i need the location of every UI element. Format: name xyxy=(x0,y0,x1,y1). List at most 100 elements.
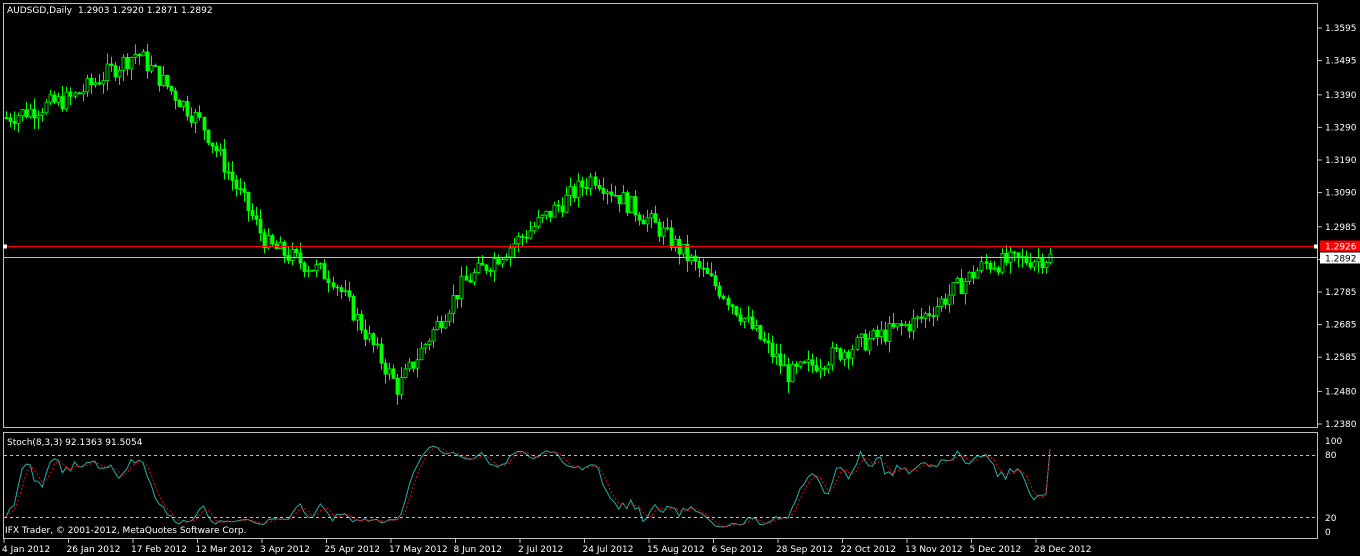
candle-body xyxy=(258,218,263,234)
candle-body xyxy=(830,347,835,366)
candle-body xyxy=(322,263,327,280)
candle-body xyxy=(234,179,239,190)
date-tick-label: 6 Sep 2012 xyxy=(712,545,763,555)
candle-body xyxy=(790,363,795,383)
candle-body xyxy=(967,271,972,282)
candle-body xyxy=(435,320,440,331)
candle-body xyxy=(476,262,481,274)
candle-body xyxy=(351,296,356,321)
date-tick-label: 15 Aug 2012 xyxy=(647,545,705,555)
candle-body xyxy=(564,194,569,213)
candle-body xyxy=(633,196,638,216)
candle-body xyxy=(919,316,924,319)
stoch-pane[interactable] xyxy=(3,432,1318,539)
candle-body xyxy=(40,112,45,116)
candle-body xyxy=(419,347,424,361)
candle-body xyxy=(927,313,932,317)
candle-body xyxy=(855,337,860,350)
candle-body xyxy=(331,282,336,288)
candle-body xyxy=(524,236,529,239)
candle-body xyxy=(681,243,686,255)
date-tick-label: 24 Jul 2012 xyxy=(583,545,634,555)
candle-body xyxy=(863,333,868,351)
date-tick-label: 12 Mar 2012 xyxy=(196,545,253,555)
candle-body xyxy=(407,361,412,370)
candle-body xyxy=(222,148,227,173)
candle-body xyxy=(838,348,843,360)
candle-body xyxy=(665,227,670,230)
candle-body xyxy=(137,53,142,57)
candle-body xyxy=(859,333,864,338)
stoch-level-100: 100 xyxy=(1325,437,1342,447)
candle-body xyxy=(423,344,428,349)
candle-body xyxy=(427,340,432,345)
chart-window[interactable]: 1.3595 1.3495 1.3390 1.3290 1.3190 1.3090 1.29… xyxy=(0,0,1360,556)
price-axis: 1.3595 1.3495 1.3390 1.3290 1.3190 1.3090 1.29… xyxy=(1318,24,1357,430)
candle-body xyxy=(359,314,364,331)
candle-body xyxy=(548,210,553,218)
candle-body xyxy=(895,323,900,328)
candle-body xyxy=(443,320,448,329)
candle-body xyxy=(262,232,267,249)
candle-body xyxy=(254,215,259,220)
ask-line-handle-right[interactable] xyxy=(1314,244,1318,249)
candle-body xyxy=(637,214,642,221)
price-tick-label: 1.2480 xyxy=(1325,387,1357,397)
candle-body xyxy=(867,338,872,351)
candle-body xyxy=(750,316,755,329)
candle-body xyxy=(528,230,533,239)
candle-body xyxy=(8,117,13,122)
candle-body xyxy=(738,314,743,322)
candle-body xyxy=(617,195,622,205)
candle-body xyxy=(480,262,485,266)
candle-body xyxy=(1032,261,1037,268)
date-tick-label: 17 May 2012 xyxy=(389,545,448,555)
candle-body xyxy=(532,226,537,232)
candle-body xyxy=(697,260,702,269)
candle-body xyxy=(834,347,839,350)
price-tick-label: 1.2785 xyxy=(1325,288,1357,298)
candle-body xyxy=(20,109,25,117)
date-tick-label: 28 Dec 2012 xyxy=(1034,545,1092,555)
candle-body xyxy=(613,194,618,197)
candle-body xyxy=(923,313,928,319)
candle-body xyxy=(669,227,674,248)
candle-body xyxy=(996,267,1001,273)
candle-body xyxy=(726,298,731,306)
candle-body xyxy=(347,290,352,297)
price-tick-label: 1.3495 xyxy=(1325,57,1357,67)
candle-body xyxy=(12,121,17,124)
candle-body xyxy=(629,196,634,213)
candle-body xyxy=(887,323,892,342)
candle-body xyxy=(363,329,368,340)
candle-body xyxy=(988,262,993,270)
candle-body xyxy=(915,316,920,319)
candle-body xyxy=(109,63,114,66)
candle-body xyxy=(60,96,65,110)
candle-body xyxy=(310,269,315,272)
candle-body xyxy=(250,210,255,217)
candle-body xyxy=(641,219,646,225)
candle-body xyxy=(290,248,295,261)
candle-body xyxy=(278,241,283,250)
candle-body xyxy=(157,66,162,86)
candle-body xyxy=(105,63,110,81)
candle-body xyxy=(810,359,815,366)
price-pane[interactable] xyxy=(3,3,1318,428)
date-tick-label: 8 Jun 2012 xyxy=(454,545,502,555)
stoch-level-80-label: 80 xyxy=(1325,451,1337,461)
candle-body xyxy=(762,338,767,342)
candle-body xyxy=(713,275,718,287)
candle-body xyxy=(56,96,61,103)
candle-body xyxy=(387,368,392,375)
candle-body xyxy=(125,56,130,70)
candle-body xyxy=(576,180,581,199)
candle-body xyxy=(891,323,896,328)
candle-body xyxy=(270,235,275,245)
candle-body xyxy=(601,188,606,194)
candle-body xyxy=(1016,252,1021,258)
candle-body xyxy=(355,314,360,321)
candle-body xyxy=(782,364,787,367)
ask-line-handle-left[interactable] xyxy=(3,244,7,249)
candle-body xyxy=(314,264,319,272)
